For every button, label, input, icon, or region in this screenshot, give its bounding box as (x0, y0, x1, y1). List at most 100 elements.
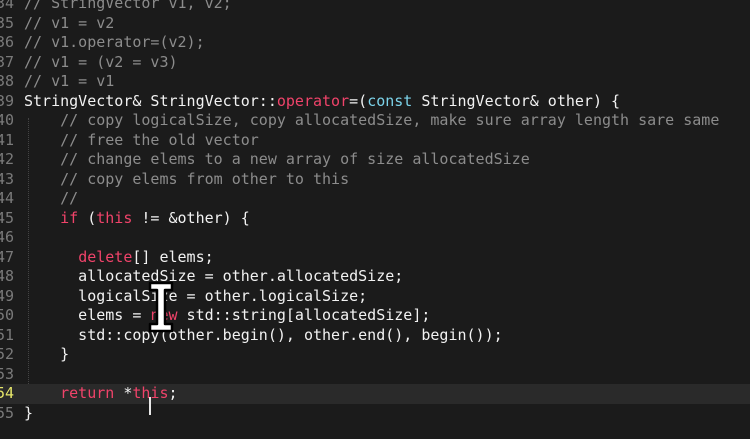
code-line[interactable]: 46 (0, 228, 750, 248)
code-token: // free the old vector (24, 130, 259, 149)
code-token: std::string[allocatedSize]; (177, 306, 431, 324)
code-line[interactable]: 52 } (0, 345, 750, 365)
line-number: 48 (0, 267, 14, 285)
code-line[interactable]: 47 delete[] elems; (0, 248, 750, 268)
code-token: // copy logicalSize, copy allocatedSize,… (24, 111, 720, 129)
line-number: 41 (0, 130, 14, 149)
line-number: 44 (0, 189, 14, 207)
line-number: 37 (0, 52, 14, 71)
code-text: // v1 = v1 (24, 72, 114, 92)
code-text: // change elems to a new array of size a… (24, 150, 530, 170)
line-number: 52 (0, 345, 14, 363)
code-editor[interactable]: 34 // StringVector v1, v2; 35 // v1 = v2 36 /… (0, 0, 750, 439)
code-text: StringVector& StringVector::operator=(co… (24, 92, 620, 112)
code-text: // copy elems from other to this (24, 170, 349, 190)
code-token: } (24, 403, 34, 422)
code-token: [] elems; (132, 247, 214, 266)
code-token: const (367, 91, 413, 110)
code-line[interactable]: 39 StringVector& StringVector::operator=(… (0, 92, 750, 112)
code-line[interactable]: 38 // v1 = v1 (0, 72, 750, 92)
code-text: // v1.operator=(v2); (24, 33, 205, 53)
code-token: // change elems to a new array of size a… (24, 150, 530, 168)
line-number: 55 (0, 403, 14, 422)
text-cursor (149, 397, 151, 415)
code-line[interactable]: 35 // v1 = v2 (0, 14, 750, 34)
code-line[interactable]: 43 // copy elems from other to this (0, 170, 750, 190)
line-number: 39 (0, 91, 14, 110)
code-token: logicalSize = other.logicalSize; (24, 286, 368, 305)
code-line[interactable]: 44 // (0, 189, 750, 209)
line-number: 36 (0, 33, 14, 51)
code-line[interactable]: 49 logicalSize = other.logicalSize; (0, 287, 750, 307)
code-token: delete (78, 247, 133, 266)
code-token: ; (168, 384, 178, 402)
code-token: =( (349, 91, 368, 110)
code-text: // (24, 189, 78, 209)
code-text: // copy logicalSize, copy allocatedSize,… (24, 111, 719, 131)
code-line[interactable]: 51 std::copy(other.begin(), other.end(),… (0, 326, 750, 346)
code-text: allocatedSize = other.allocatedSize; (24, 267, 403, 287)
code-line[interactable]: 36 // v1.operator=(v2); (0, 33, 750, 53)
code-line[interactable]: 42 // change elems to a new array of siz… (0, 150, 750, 170)
line-number: 45 (0, 208, 14, 227)
code-line[interactable]: 40 // copy logicalSize, copy allocatedSi… (0, 111, 750, 131)
line-number: 42 (0, 150, 14, 168)
code-token: // v1 = v2 (24, 13, 115, 32)
code-token: return (60, 384, 115, 402)
code-token: // v1 = (v2 = v3) (24, 52, 178, 71)
code-token: // (24, 189, 79, 207)
code-line[interactable]: 53 (0, 365, 750, 385)
code-line[interactable]: 54 return *this; (0, 384, 750, 404)
code-text: std::copy(other.begin(), other.end(), be… (24, 325, 503, 346)
line-number: 53 (0, 364, 14, 383)
code-line[interactable]: 45 if (this != &other) { (0, 209, 750, 229)
code-text: delete[] elems; (24, 247, 214, 268)
code-text: logicalSize = other.logicalSize; (24, 287, 367, 307)
code-token: allocatedSize = other.allocatedSize; (24, 267, 404, 285)
code-text: if (this != &other) { (24, 209, 250, 229)
line-number: 40 (0, 111, 14, 129)
line-number: 50 (0, 306, 14, 324)
code-line[interactable]: 34 // StringVector v1, v2; (0, 0, 750, 14)
code-text: } (24, 345, 69, 365)
line-number: 43 (0, 169, 14, 188)
code-line[interactable]: 37 // v1 = (v2 = v3) (0, 53, 750, 73)
ibeam-cursor-icon (148, 281, 174, 333)
code-token: // v1 = v1 (24, 72, 115, 90)
code-text: // StringVector v1, v2; (24, 0, 232, 14)
code-token: if (60, 208, 79, 227)
code-token: this (96, 208, 133, 227)
code-token: elems = (24, 306, 151, 324)
code-line[interactable]: 41 // free the old vector (0, 131, 750, 151)
code-text: return *this; (24, 384, 178, 404)
line-number: 47 (0, 247, 14, 266)
code-token: // copy elems from other to this (24, 169, 350, 188)
code-token: * (114, 384, 133, 402)
line-number: 35 (0, 13, 14, 32)
code-token: } (24, 345, 70, 363)
code-text: // free the old vector (24, 131, 259, 151)
code-text: } (24, 404, 33, 424)
line-number: 51 (0, 325, 14, 344)
line-number: 38 (0, 72, 14, 90)
line-number: 46 (0, 228, 14, 246)
code-token: != &other) { (132, 208, 250, 227)
code-token: StringVector& other) { (412, 91, 621, 110)
code-token: ( (78, 208, 97, 227)
line-number: 34 (0, 0, 14, 12)
code-text: elems = new std::string[allocatedSize]; (24, 306, 430, 326)
code-line[interactable]: 50 elems = new std::string[allocatedSize… (0, 306, 750, 326)
code-token: operator (276, 91, 350, 110)
code-token: StringVector& StringVector:: (24, 91, 277, 110)
code-text: // v1 = (v2 = v3) (24, 53, 178, 73)
code-token: std::copy(other.begin(), other.end(), be… (24, 325, 503, 344)
line-number: 54 (0, 384, 14, 402)
code-text: // v1 = v2 (24, 14, 114, 34)
code-line[interactable]: 55} (0, 404, 750, 424)
line-number: 49 (0, 286, 14, 305)
code-token: // v1.operator=(v2); (24, 33, 205, 51)
code-line[interactable]: 48 allocatedSize = other.allocatedSize; (0, 267, 750, 287)
